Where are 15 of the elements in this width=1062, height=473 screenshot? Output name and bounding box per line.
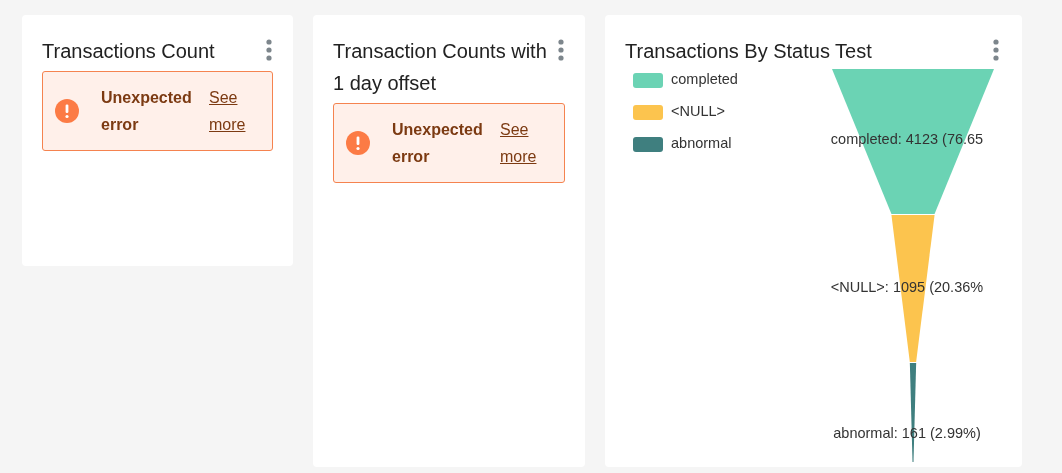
card-title: Transactions Count — [42, 39, 215, 64]
see-more-link[interactable]: See more — [209, 84, 259, 138]
legend-label: completed — [671, 70, 738, 90]
more-icon[interactable] — [557, 39, 565, 61]
legend-label: <NULL> — [671, 102, 725, 122]
error-message: Unexpected error — [101, 88, 193, 135]
warning-icon — [55, 99, 79, 123]
card-title: Transactions By Status Test — [625, 39, 872, 64]
see-more-link[interactable]: See more — [500, 116, 550, 170]
warning-icon — [346, 131, 370, 155]
legend-label: abnormal — [671, 134, 732, 154]
more-icon[interactable] — [265, 39, 273, 61]
more-icon[interactable] — [992, 39, 1000, 61]
error-message: Unexpected error — [392, 120, 484, 167]
card-title: Transaction Counts with 1 day offset — [333, 39, 548, 96]
